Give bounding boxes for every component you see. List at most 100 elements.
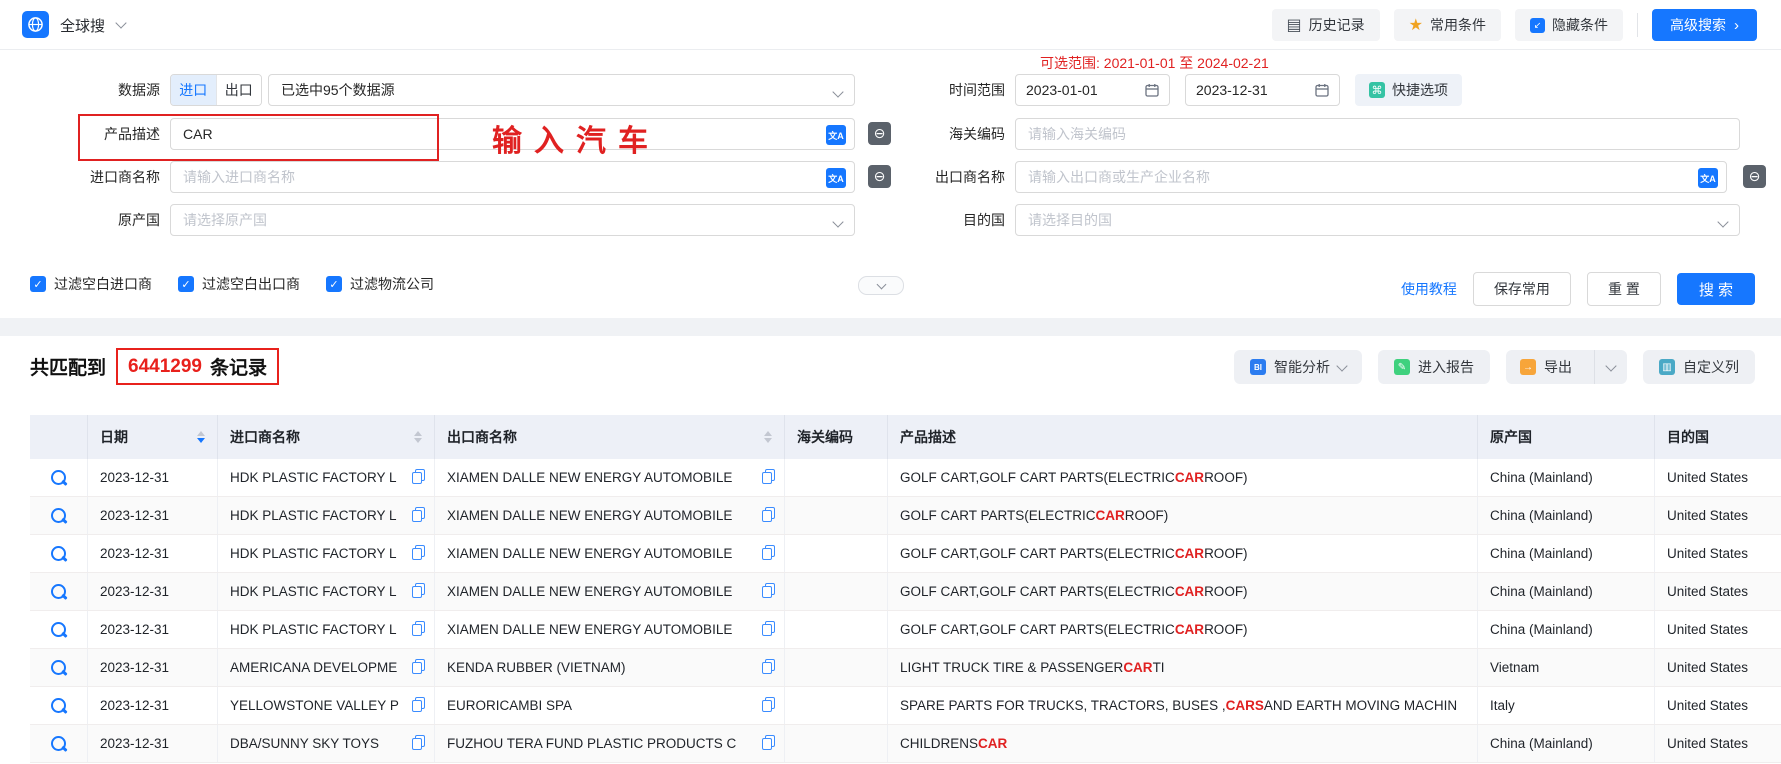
- cell-row-detail[interactable]: [30, 573, 88, 610]
- dest-select[interactable]: 请选择目的国: [1015, 204, 1740, 236]
- cell-row-detail[interactable]: [30, 459, 88, 496]
- copy-icon[interactable]: [763, 624, 772, 635]
- copy-icon[interactable]: [763, 548, 772, 559]
- exporter-name: XIAMEN DALLE NEW ENERGY AUTOMOBILE: [447, 508, 732, 523]
- copy-icon[interactable]: [413, 700, 422, 711]
- annotation-text: 输入汽车: [492, 116, 660, 160]
- cell-row-detail[interactable]: [30, 535, 88, 572]
- exclude-filter-icon[interactable]: ⊖: [1743, 165, 1766, 188]
- row-search-icon[interactable]: [51, 546, 66, 561]
- checkbox-checked-icon[interactable]: ✓: [178, 276, 194, 292]
- import-toggle[interactable]: 进口: [171, 75, 216, 105]
- copy-icon[interactable]: [413, 662, 422, 673]
- filter-checkbox-label: 过滤物流公司: [350, 274, 434, 294]
- table-row[interactable]: 2023-12-31YELLOWSTONE VALLEY PEURORICAMB…: [30, 687, 1781, 725]
- origin-select[interactable]: 请选择原产国: [170, 204, 855, 236]
- time-range-label: 时间范围: [865, 74, 1005, 106]
- history-button[interactable]: ▤ 历史记录: [1272, 9, 1380, 41]
- origin-placeholder: 请选择原产国: [171, 210, 267, 230]
- row-search-icon[interactable]: [51, 584, 66, 599]
- copy-icon[interactable]: [763, 662, 772, 673]
- chevron-down-icon: [1336, 360, 1347, 371]
- copy-icon[interactable]: [413, 738, 422, 749]
- copy-icon[interactable]: [413, 510, 422, 521]
- copy-icon[interactable]: [413, 472, 422, 483]
- header-cell-1[interactable]: 进口商名称: [218, 415, 435, 459]
- table-body: 2023-12-31 HDK PLASTIC FACTORY L XIAMEN DA…: [30, 459, 1781, 763]
- importer-input[interactable]: [171, 169, 854, 185]
- header-label: 进口商名称: [230, 427, 300, 447]
- date-end-input[interactable]: 2023-12-31: [1185, 74, 1340, 106]
- quick-options-button[interactable]: ⌘ 快捷选项: [1355, 74, 1462, 106]
- exporter-input[interactable]: [1016, 169, 1726, 185]
- cell-row-detail[interactable]: [30, 649, 88, 686]
- row-search-icon[interactable]: [51, 508, 66, 523]
- cell-date: 2023-12-31: [88, 611, 218, 648]
- enter-report-button[interactable]: ✎ 进入报告: [1378, 350, 1490, 384]
- header-cell-2[interactable]: 出口商名称: [435, 415, 785, 459]
- search-button[interactable]: 搜 索: [1677, 273, 1755, 305]
- copy-icon[interactable]: [413, 624, 422, 635]
- translate-icon[interactable]: 文A: [1698, 168, 1718, 188]
- hide-conditions-button[interactable]: ↙ 隐藏条件: [1515, 9, 1623, 41]
- row-search-icon[interactable]: [51, 660, 66, 675]
- export-dropdown-button[interactable]: [1594, 350, 1627, 384]
- copy-icon[interactable]: [763, 472, 772, 483]
- advanced-search-button[interactable]: 高级搜索 ›: [1652, 9, 1757, 41]
- cell-description: GOLF CART,GOLF CART PARTS(ELECTRIC CAR R…: [888, 573, 1478, 610]
- translate-icon[interactable]: 文A: [826, 125, 846, 145]
- copy-icon[interactable]: [413, 548, 422, 559]
- filter-checkbox-1[interactable]: ✓过滤空白出口商: [178, 274, 300, 294]
- sort-carets-icon[interactable]: [764, 431, 772, 443]
- count-number: 6441299: [128, 356, 202, 378]
- row-search-icon[interactable]: [51, 698, 66, 713]
- cell-row-detail[interactable]: [30, 497, 88, 534]
- cell-row-detail[interactable]: [30, 611, 88, 648]
- table-row[interactable]: 2023-12-31HDK PLASTIC FACTORY LXIAMEN DA…: [30, 535, 1781, 573]
- copy-icon[interactable]: [763, 738, 772, 749]
- date-start-input[interactable]: 2023-01-01: [1015, 74, 1170, 106]
- tutorial-link[interactable]: 使用教程: [1401, 279, 1457, 299]
- header-cell-0[interactable]: 日期: [88, 415, 218, 459]
- copy-icon[interactable]: [763, 510, 772, 521]
- copy-icon[interactable]: [763, 700, 772, 711]
- row-search-icon[interactable]: [51, 470, 66, 485]
- importer-label: 进口商名称: [30, 161, 160, 193]
- translate-icon[interactable]: 文A: [826, 168, 846, 188]
- table-row[interactable]: 2023-12-31DBA/SUNNY SKY TOYSFUZHOU TERA …: [30, 725, 1781, 763]
- app-chevron-down-icon[interactable]: [115, 17, 126, 28]
- data-source-select[interactable]: 已选中95个数据源: [268, 74, 855, 106]
- favorite-conditions-button[interactable]: ★ 常用条件: [1394, 9, 1501, 41]
- results-table: 日期进口商名称出口商名称海关编码产品描述原产国目的国 2023-12-31HDK…: [30, 415, 1781, 763]
- table-row[interactable]: 2023-12-31HDK PLASTIC FACTORY LXIAMEN DA…: [30, 611, 1781, 649]
- filter-checkbox-2[interactable]: ✓ 过滤物流公司: [326, 274, 434, 294]
- copy-icon[interactable]: [413, 586, 422, 597]
- cell-row-detail[interactable]: [30, 725, 88, 762]
- smart-analyze-button[interactable]: BI 智能分析: [1234, 350, 1362, 384]
- copy-icon[interactable]: [763, 586, 772, 597]
- filter-checkbox-0[interactable]: ✓过滤空白进口商: [30, 274, 152, 294]
- importer-name: HDK PLASTIC FACTORY L: [230, 622, 397, 637]
- importer-name: AMERICANA DEVELOPME: [230, 660, 397, 675]
- export-button[interactable]: → 导出: [1506, 350, 1586, 384]
- checkbox-checked-icon[interactable]: ✓: [326, 276, 342, 292]
- table-row[interactable]: 2023-12-31HDK PLASTIC FACTORY LXIAMEN DA…: [30, 497, 1781, 535]
- table-row[interactable]: 2023-12-31AMERICANA DEVELOPMEKENDA RUBBE…: [30, 649, 1781, 687]
- cell-origin-country: China (Mainland): [1478, 725, 1655, 762]
- cell-exporter: XIAMEN DALLE NEW ENERGY AUTOMOBILE: [435, 459, 785, 496]
- table-row[interactable]: 2023-12-31HDK PLASTIC FACTORY LXIAMEN DA…: [30, 573, 1781, 611]
- cell-dest-country: United States: [1655, 459, 1781, 496]
- customize-columns-button[interactable]: ▥ 自定义列: [1643, 350, 1755, 384]
- save-conditions-button[interactable]: 保存常用: [1473, 272, 1571, 306]
- sort-carets-icon[interactable]: [414, 431, 422, 443]
- hs-code-input[interactable]: [1016, 126, 1739, 142]
- row-search-icon[interactable]: [51, 622, 66, 637]
- table-row[interactable]: 2023-12-31HDK PLASTIC FACTORY LXIAMEN DA…: [30, 459, 1781, 497]
- cell-row-detail[interactable]: [30, 687, 88, 724]
- export-toggle[interactable]: 出口: [216, 75, 262, 105]
- row-search-icon[interactable]: [51, 736, 66, 751]
- checkbox-checked-icon[interactable]: ✓: [30, 276, 46, 292]
- collapse-form-button[interactable]: [858, 276, 904, 295]
- reset-button[interactable]: 重 置: [1587, 272, 1661, 306]
- sort-carets-icon[interactable]: [197, 431, 205, 443]
